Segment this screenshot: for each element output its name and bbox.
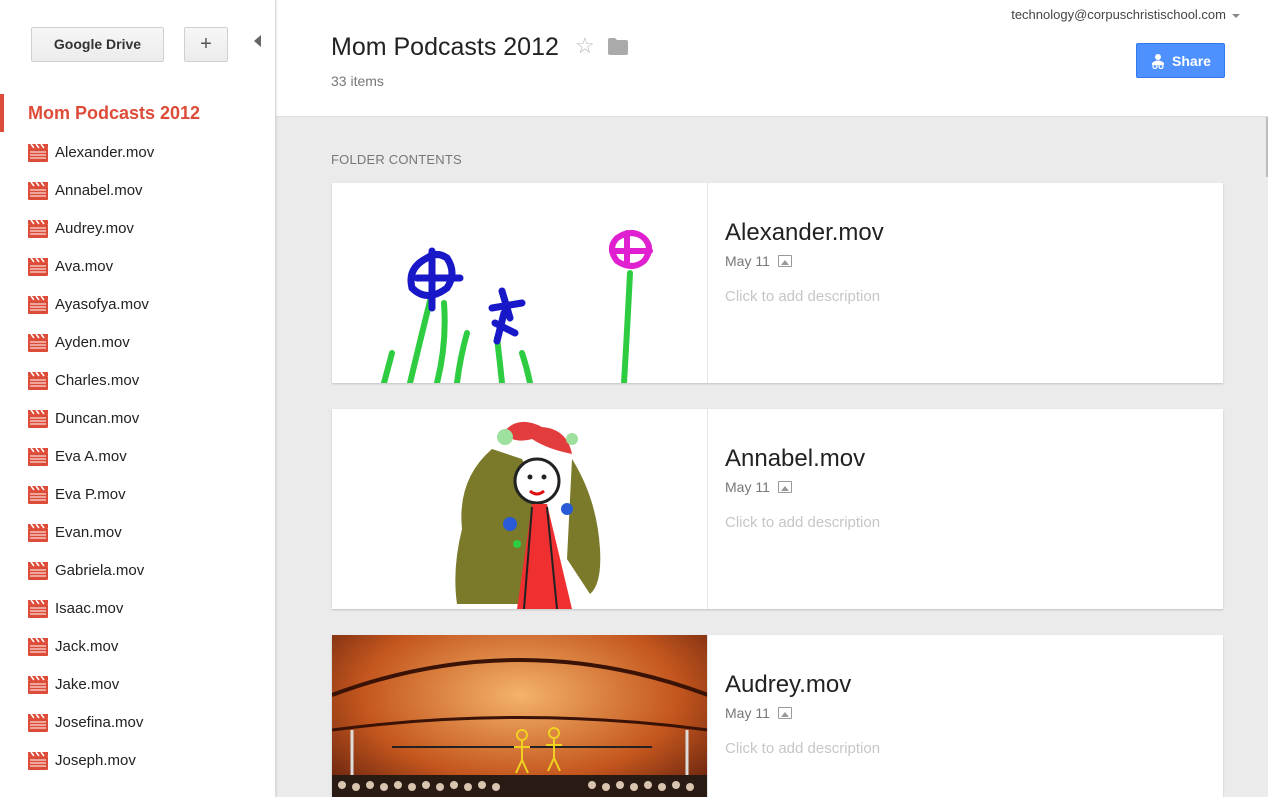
header: Mom Podcasts 2012 ☆ 33 items technology@… (276, 0, 1268, 117)
image-icon (777, 707, 792, 719)
card-date: May 11 (725, 479, 770, 495)
chevron-down-icon (1232, 13, 1240, 18)
video-clapper-icon (28, 713, 48, 732)
card-title[interactable]: Annabel.mov (725, 445, 880, 473)
video-clapper-icon (28, 295, 48, 314)
sidebar-file-label: Ayasofya.mov (55, 295, 149, 313)
video-clapper-icon (28, 675, 48, 694)
sidebar-file-item[interactable]: Josefina.mov (0, 703, 275, 741)
card-title[interactable]: Audrey.mov (725, 671, 880, 699)
image-icon (777, 481, 792, 493)
sidebar-file-item[interactable]: Eva A.mov (0, 437, 275, 475)
sidebar-file-label: Isaac.mov (55, 599, 124, 617)
file-card[interactable]: Annabel.mov May 11 Click to add descript… (332, 409, 1223, 609)
sidebar-file-label: Josefina.mov (55, 713, 144, 731)
sidebar-file-item[interactable]: Ayden.mov (0, 323, 275, 361)
people-icon (1152, 53, 1165, 69)
google-drive-button[interactable]: Google Drive (31, 27, 164, 62)
video-thumbnail[interactable] (332, 635, 708, 797)
sidebar-file-item[interactable]: Eva P.mov (0, 475, 275, 513)
account-menu[interactable]: technology@corpuschristischool.com (1011, 7, 1240, 22)
section-label: FOLDER CONTENTS (331, 152, 462, 167)
share-button[interactable]: Share (1136, 43, 1225, 78)
sidebar-file-label: Evan.mov (55, 523, 122, 541)
video-clapper-icon (28, 637, 48, 656)
sidebar: Google Drive + Mom Podcasts 2012 Alexand… (0, 0, 276, 797)
card-title[interactable]: Alexander.mov (725, 219, 884, 247)
description-field[interactable]: Click to add description (725, 514, 880, 531)
sidebar-file-item[interactable]: Jack.mov (0, 627, 275, 665)
video-clapper-icon (28, 447, 48, 466)
sidebar-file-label: Eva P.mov (55, 485, 126, 503)
description-field[interactable]: Click to add description (725, 740, 880, 757)
video-clapper-icon (28, 333, 48, 352)
sidebar-file-item[interactable]: Gabriela.mov (0, 551, 275, 589)
sidebar-file-item[interactable]: Audrey.mov (0, 209, 275, 247)
video-clapper-icon (28, 523, 48, 542)
sidebar-file-label: Ayden.mov (55, 333, 130, 351)
video-clapper-icon (28, 599, 48, 618)
page-title: Mom Podcasts 2012 (331, 33, 559, 61)
video-clapper-icon (28, 371, 48, 390)
collapse-sidebar-icon[interactable] (254, 35, 261, 47)
video-clapper-icon (28, 561, 48, 580)
sidebar-file-label: Alexander.mov (55, 143, 155, 161)
sidebar-file-item[interactable]: Ayasofya.mov (0, 285, 275, 323)
star-icon[interactable]: ☆ (575, 33, 595, 59)
file-list: Alexander.mov Annabel.mov Audrey.mov Ava.mo… (0, 133, 275, 779)
video-thumbnail[interactable] (332, 409, 708, 609)
sidebar-file-item[interactable]: Isaac.mov (0, 589, 275, 627)
sidebar-file-item[interactable]: Duncan.mov (0, 399, 275, 437)
sidebar-file-item[interactable]: Evan.mov (0, 513, 275, 551)
video-clapper-icon (28, 181, 48, 200)
folder-icon (608, 38, 628, 55)
sidebar-file-item[interactable]: Ava.mov (0, 247, 275, 285)
video-clapper-icon (28, 751, 48, 770)
card-date: May 11 (725, 253, 770, 269)
sidebar-file-label: Duncan.mov (55, 409, 140, 427)
current-folder[interactable]: Mom Podcasts 2012 (0, 94, 275, 132)
video-clapper-icon (28, 143, 48, 162)
new-button[interactable]: + (184, 27, 228, 62)
sidebar-file-item[interactable]: Jake.mov (0, 665, 275, 703)
file-card[interactable]: Alexander.mov May 11 Click to add descri… (332, 183, 1223, 383)
sidebar-file-label: Jack.mov (55, 637, 119, 655)
video-clapper-icon (28, 409, 48, 428)
sidebar-file-label: Joseph.mov (55, 751, 136, 769)
share-label: Share (1172, 52, 1211, 69)
sidebar-file-item[interactable]: Alexander.mov (0, 133, 275, 171)
sidebar-file-label: Charles.mov (55, 371, 140, 389)
sidebar-file-item[interactable]: Charles.mov (0, 361, 275, 399)
portrait-drawing (455, 421, 601, 609)
image-icon (777, 255, 792, 267)
item-count: 33 items (331, 73, 384, 89)
sidebar-file-label: Annabel.mov (55, 181, 143, 199)
card-date: May 11 (725, 705, 770, 721)
sidebar-file-label: Gabriela.mov (55, 561, 145, 579)
video-clapper-icon (28, 257, 48, 276)
sidebar-file-item[interactable]: Joseph.mov (0, 741, 275, 779)
description-field[interactable]: Click to add description (725, 288, 884, 305)
video-clapper-icon (28, 219, 48, 238)
flowers-drawing (381, 230, 653, 383)
circus-drawing (332, 635, 707, 797)
sidebar-file-label: Eva A.mov (55, 447, 127, 465)
sidebar-file-item[interactable]: Annabel.mov (0, 171, 275, 209)
sidebar-file-label: Audrey.mov (55, 219, 134, 237)
video-clapper-icon (28, 485, 48, 504)
video-thumbnail[interactable] (332, 183, 708, 383)
account-email: technology@corpuschristischool.com (1011, 7, 1226, 22)
sidebar-file-label: Ava.mov (55, 257, 114, 275)
sidebar-file-label: Jake.mov (55, 675, 120, 693)
file-card[interactable]: Audrey.mov May 11 Click to add descripti… (332, 635, 1223, 797)
